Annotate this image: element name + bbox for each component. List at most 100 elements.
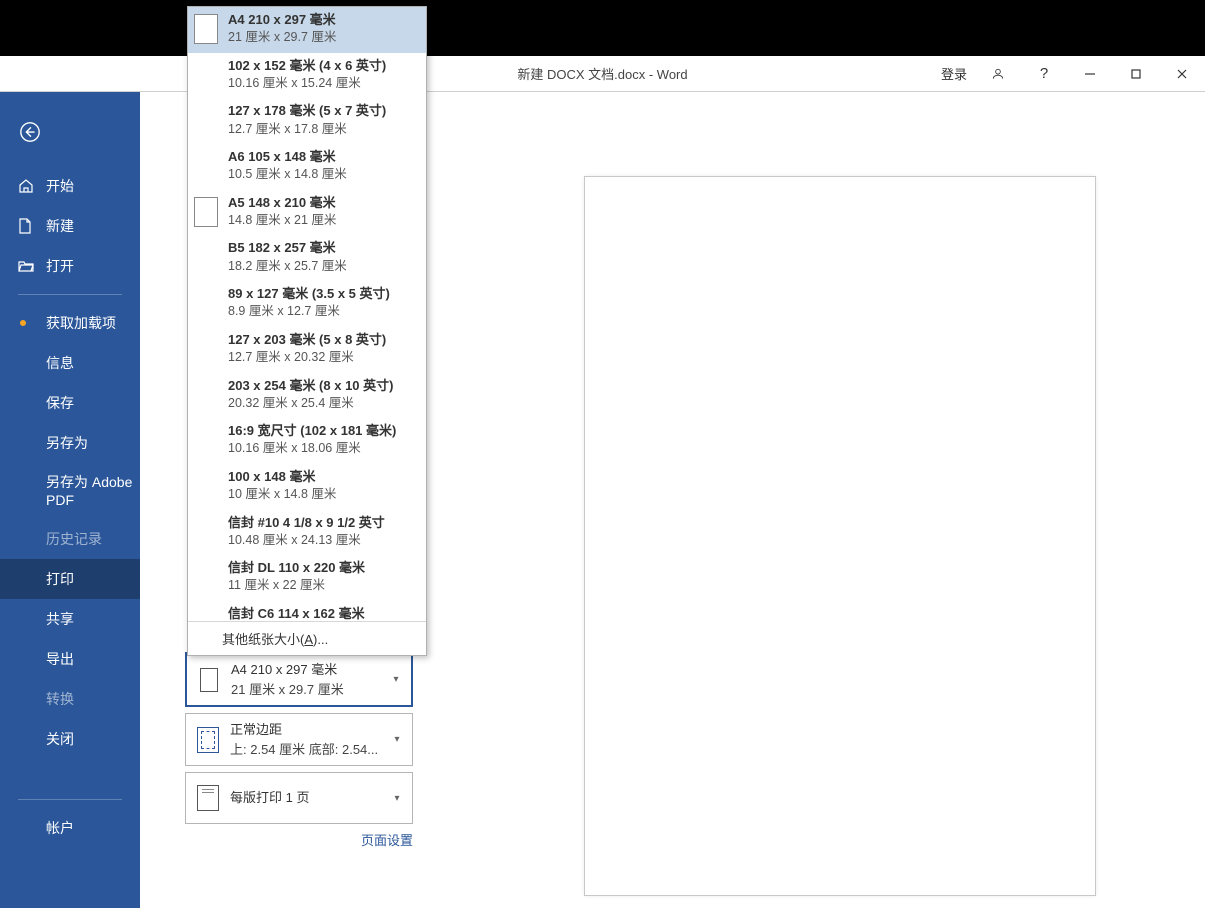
pages-per-sheet-icon: [194, 782, 222, 814]
page-thumb-icon: [194, 288, 218, 318]
titlebar: 新建 DOCX 文档.docx - Word 登录 ?: [0, 56, 1205, 92]
open-folder-icon: [18, 259, 36, 273]
option-subtitle: 21 厘米 x 29.7 厘米: [228, 29, 336, 47]
paper-size-option[interactable]: A4 210 x 297 毫米21 厘米 x 29.7 厘米: [188, 7, 426, 53]
paper-size-option[interactable]: 127 x 203 毫米 (5 x 8 英寸)12.7 厘米 x 20.32 厘…: [188, 327, 426, 373]
option-title: 89 x 127 毫米 (3.5 x 5 英寸): [228, 285, 390, 303]
option-subtitle: 10.16 厘米 x 15.24 厘米: [228, 75, 386, 93]
page-thumb-icon: [194, 105, 218, 135]
option-title: 100 x 148 毫米: [228, 468, 336, 486]
option-title: B5 182 x 257 毫米: [228, 239, 347, 257]
option-subtitle: 10 厘米 x 14.8 厘米: [228, 486, 336, 504]
print-preview-page: [584, 176, 1096, 896]
back-button[interactable]: [10, 112, 50, 152]
option-subtitle: 10.5 厘米 x 14.8 厘米: [228, 166, 347, 184]
separator: [18, 799, 122, 800]
sidebar-convert[interactable]: 转换: [0, 679, 140, 719]
paper-size-option[interactable]: B5 182 x 257 毫米18.2 厘米 x 25.7 厘米: [188, 235, 426, 281]
option-title: A4 210 x 297 毫米: [228, 11, 336, 29]
more-paper-sizes[interactable]: 其他纸张大小(A)...: [188, 621, 426, 655]
sidebar-home[interactable]: 开始: [0, 166, 140, 206]
sidebar-save[interactable]: 保存: [0, 383, 140, 423]
page-thumb-icon: [194, 379, 218, 409]
minimize-button[interactable]: [1067, 56, 1113, 92]
option-title: 102 x 152 毫米 (4 x 6 英寸): [228, 57, 386, 75]
paper-size-option[interactable]: 信封 DL 110 x 220 毫米11 厘米 x 22 厘米: [188, 555, 426, 601]
sidebar-info[interactable]: 信息: [0, 343, 140, 383]
option-title: 信封 C6 114 x 162 毫米: [228, 605, 365, 621]
page-thumb-icon: [194, 14, 218, 44]
page-icon: [195, 664, 223, 696]
maximize-button[interactable]: [1113, 56, 1159, 92]
titlebar-black: [0, 0, 1205, 56]
dropdown-scroll[interactable]: A4 210 x 297 毫米21 厘米 x 29.7 厘米102 x 152 …: [188, 7, 426, 621]
option-title: 信封 DL 110 x 220 毫米: [228, 559, 365, 577]
document-title: 新建 DOCX 文档.docx - Word: [517, 64, 687, 83]
chevron-down-icon: ▾: [389, 674, 403, 685]
paper-size-selector[interactable]: A4 210 x 297 毫米 21 厘米 x 29.7 厘米 ▾: [185, 652, 413, 707]
account-icon[interactable]: [975, 56, 1021, 92]
option-subtitle: 18.2 厘米 x 25.7 厘米: [228, 258, 347, 276]
option-subtitle: 11 厘米 x 22 厘米: [228, 577, 365, 595]
option-subtitle: 8.9 厘米 x 12.7 厘米: [228, 303, 390, 321]
new-doc-icon: [18, 218, 36, 234]
page-thumb-icon: [194, 242, 218, 272]
paper-size-option[interactable]: 89 x 127 毫米 (3.5 x 5 英寸)8.9 厘米 x 12.7 厘米: [188, 281, 426, 327]
paper-size-option[interactable]: A5 148 x 210 毫米14.8 厘米 x 21 厘米: [188, 190, 426, 236]
backstage-sidebar: 开始 新建 打开 获取加载项 信息 保存 另存为 另存为 Adobe PDF 历…: [0, 92, 140, 908]
paper-size-option[interactable]: 102 x 152 毫米 (4 x 6 英寸)10.16 厘米 x 15.24 …: [188, 53, 426, 99]
paper-size-option[interactable]: 203 x 254 毫米 (8 x 10 英寸)20.32 厘米 x 25.4 …: [188, 373, 426, 419]
paper-size-option[interactable]: 100 x 148 毫米10 厘米 x 14.8 厘米: [188, 464, 426, 510]
margins-icon: [194, 724, 222, 756]
paper-size-option[interactable]: 信封 C6 114 x 162 毫米11.4 厘米 x 16.2 厘米: [188, 601, 426, 621]
option-subtitle: 20.32 厘米 x 25.4 厘米: [228, 395, 393, 413]
sidebar-saveas-pdf[interactable]: 另存为 Adobe PDF: [0, 463, 140, 519]
separator: [18, 294, 122, 295]
help-button[interactable]: ?: [1021, 56, 1067, 92]
page-thumb-icon: [194, 562, 218, 592]
paper-size-option[interactable]: 16:9 宽尺寸 (102 x 181 毫米)10.16 厘米 x 18.06 …: [188, 418, 426, 464]
option-subtitle: 10.16 厘米 x 18.06 厘米: [228, 440, 396, 458]
option-title: 203 x 254 毫米 (8 x 10 英寸): [228, 377, 393, 395]
page-thumb-icon: [194, 334, 218, 364]
option-title: 127 x 178 毫米 (5 x 7 英寸): [228, 102, 386, 120]
sidebar-close[interactable]: 关闭: [0, 719, 140, 759]
login-link[interactable]: 登录: [941, 64, 967, 83]
home-icon: [18, 178, 36, 194]
sidebar-open[interactable]: 打开: [0, 246, 140, 286]
option-title: 16:9 宽尺寸 (102 x 181 毫米): [228, 422, 396, 440]
option-subtitle: 12.7 厘米 x 20.32 厘米: [228, 349, 386, 367]
sidebar-saveas[interactable]: 另存为: [0, 423, 140, 463]
sidebar-export[interactable]: 导出: [0, 639, 140, 679]
sidebar-share[interactable]: 共享: [0, 599, 140, 639]
page-thumb-icon: [194, 197, 218, 227]
paper-size-option[interactable]: A6 105 x 148 毫米10.5 厘米 x 14.8 厘米: [188, 144, 426, 190]
paper-size-dropdown: A4 210 x 297 毫米21 厘米 x 29.7 厘米102 x 152 …: [187, 6, 427, 656]
page-thumb-icon: [194, 151, 218, 181]
sidebar-account[interactable]: 帐户: [0, 808, 140, 848]
option-subtitle: 10.48 厘米 x 24.13 厘米: [228, 532, 385, 550]
option-subtitle: 14.8 厘米 x 21 厘米: [228, 212, 336, 230]
chevron-down-icon: ▾: [390, 793, 404, 804]
sidebar-new[interactable]: 新建: [0, 206, 140, 246]
close-button[interactable]: [1159, 56, 1205, 92]
paper-size-option[interactable]: 127 x 178 毫米 (5 x 7 英寸)12.7 厘米 x 17.8 厘米: [188, 98, 426, 144]
sidebar-history[interactable]: 历史记录: [0, 519, 140, 559]
sidebar-print[interactable]: 打印: [0, 559, 140, 599]
page-thumb-icon: [194, 425, 218, 455]
new-dot-icon: [20, 320, 26, 326]
option-subtitle: 12.7 厘米 x 17.8 厘米: [228, 121, 386, 139]
paper-size-option[interactable]: 信封 #10 4 1/8 x 9 1/2 英寸10.48 厘米 x 24.13 …: [188, 510, 426, 556]
chevron-down-icon: ▾: [390, 734, 404, 745]
option-title: A6 105 x 148 毫米: [228, 148, 347, 166]
page-thumb-icon: [194, 60, 218, 90]
page-thumb-icon: [194, 471, 218, 501]
sidebar-addins[interactable]: 获取加载项: [0, 303, 140, 343]
page-thumb-icon: [194, 608, 218, 621]
page-thumb-icon: [194, 516, 218, 546]
option-title: 127 x 203 毫米 (5 x 8 英寸): [228, 331, 386, 349]
option-title: 信封 #10 4 1/8 x 9 1/2 英寸: [228, 514, 385, 532]
page-setup-link[interactable]: 页面设置: [185, 830, 413, 849]
pages-per-sheet-selector[interactable]: 每版打印 1 页 ▾: [185, 772, 413, 824]
margins-selector[interactable]: 正常边距 上: 2.54 厘米 底部: 2.54... ▾: [185, 713, 413, 766]
